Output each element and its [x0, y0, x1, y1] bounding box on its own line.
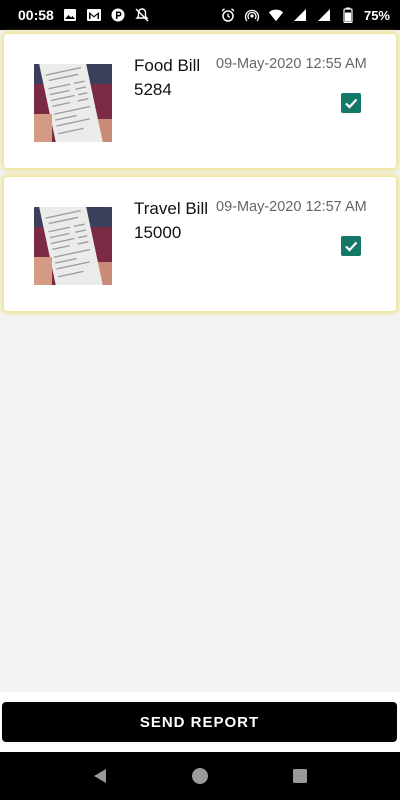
bill-checkbox[interactable] — [341, 236, 361, 256]
gmail-icon — [86, 7, 102, 23]
signal-icon — [316, 7, 332, 23]
wifi-icon — [268, 7, 284, 23]
recents-icon[interactable] — [280, 756, 320, 796]
navigation-bar — [0, 752, 400, 800]
receipt-thumbnail[interactable] — [34, 207, 112, 285]
home-icon[interactable] — [180, 756, 220, 796]
bill-checkbox[interactable] — [341, 93, 361, 113]
check-icon — [345, 98, 358, 109]
back-icon[interactable] — [80, 756, 120, 796]
image-icon — [62, 7, 78, 23]
send-report-button[interactable]: SEND REPORT — [2, 702, 397, 742]
status-time: 00:58 — [18, 7, 54, 23]
bill-title: Food Bill — [134, 56, 201, 75]
paytm-icon — [110, 7, 126, 23]
bill-amount: 5284 — [134, 80, 172, 99]
bill-datetime: 09-May-2020 12:55 AM — [216, 56, 367, 72]
bill-card[interactable]: Travel Bill 15000 09-May-2020 12:57 AM — [3, 176, 397, 312]
status-bar: 00:58 75% — [0, 0, 400, 30]
receipt-thumbnail[interactable] — [34, 64, 112, 142]
hotspot-icon — [244, 7, 260, 23]
bill-amount: 15000 — [134, 223, 182, 242]
bill-datetime: 09-May-2020 12:57 AM — [216, 199, 367, 215]
bill-card[interactable]: Food Bill 5284 09-May-2020 12:55 AM — [3, 33, 397, 169]
battery-percent: 75% — [363, 7, 390, 23]
signal-icon — [292, 7, 308, 23]
check-icon — [345, 241, 358, 252]
notifications-off-icon — [134, 7, 150, 23]
battery-icon — [340, 7, 356, 23]
bill-list: Food Bill 5284 09-May-2020 12:55 AM Trav… — [0, 30, 400, 312]
alarm-icon — [220, 7, 236, 23]
status-bar-left: 00:58 — [18, 7, 150, 23]
status-bar-right: 75% — [220, 7, 390, 23]
bill-title: Travel Bill — [134, 199, 208, 218]
